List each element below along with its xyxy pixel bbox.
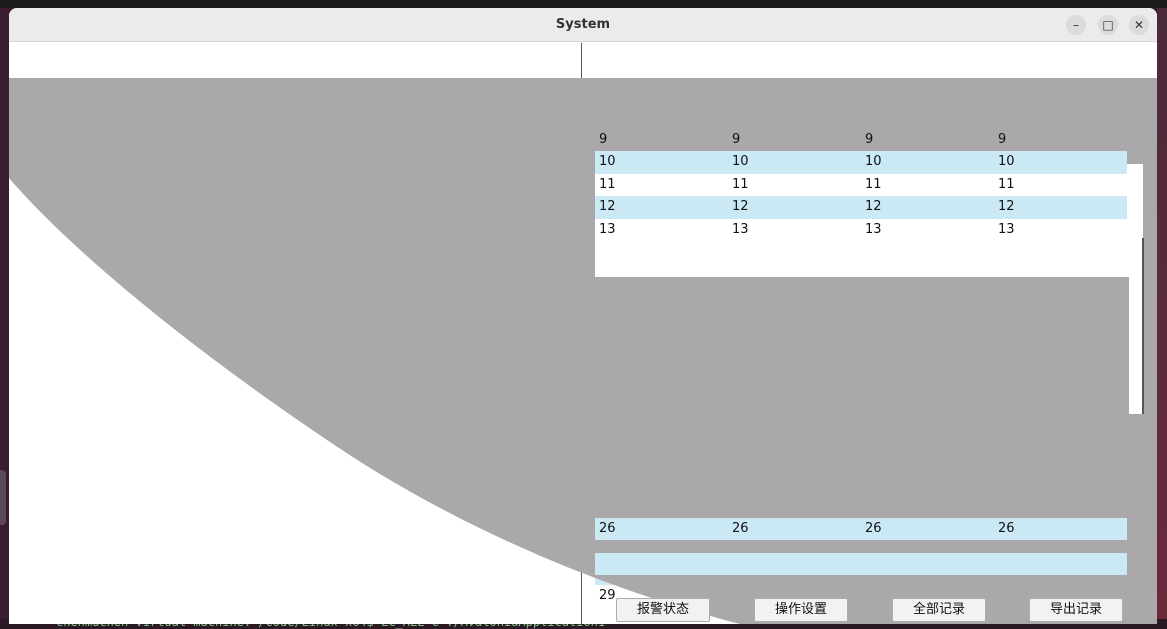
table-cell: 10 xyxy=(732,154,749,170)
dock-edge xyxy=(0,470,6,525)
close-icon: ✕ xyxy=(1133,18,1145,32)
table-row[interactable]: 12 12 12 12 xyxy=(595,196,1127,219)
table-cell: 10 xyxy=(998,154,1015,170)
table-cell: 26 xyxy=(865,521,882,536)
table-row[interactable]: 13 13 13 13 xyxy=(595,219,1127,241)
table-row[interactable]: 10 10 10 10 xyxy=(595,151,1127,174)
table-row[interactable]: 9 9 9 9 xyxy=(595,129,1127,151)
operation-settings-button[interactable]: 操作设置 xyxy=(754,598,848,622)
table-cell: 12 xyxy=(599,199,616,215)
table-cell: 11 xyxy=(865,176,882,192)
window-content: 9 9 9 9 10 10 10 10 11 11 11 11 12 12 12 12 13 13 13 13 xyxy=(9,43,1157,624)
table-cell: 26 xyxy=(732,521,749,536)
minimize-icon: – xyxy=(1073,18,1079,32)
close-button[interactable]: ✕ xyxy=(1129,15,1149,35)
table-cell: 12 xyxy=(865,199,882,215)
window-title: System xyxy=(555,17,611,32)
table-row[interactable] xyxy=(595,540,1127,562)
table-cell: 10 xyxy=(865,154,882,170)
table-cell: 9 xyxy=(599,132,608,147)
table-cell: 26 xyxy=(998,521,1015,536)
table-cell: 13 xyxy=(599,221,616,237)
export-records-button[interactable]: 导出记录 xyxy=(1029,598,1123,622)
visible-table-top: 9 9 9 9 10 10 10 10 11 11 11 11 12 12 12 12 13 13 13 13 xyxy=(595,129,1127,241)
table-cell: 11 xyxy=(599,176,616,192)
table-cell: 11 xyxy=(732,176,749,192)
table-cell: 12 xyxy=(998,199,1015,215)
table-cell: 10 xyxy=(599,154,616,170)
table-cell: 26 xyxy=(599,521,616,536)
desktop-background xyxy=(1157,8,1167,619)
table-cell: 28 xyxy=(599,565,616,581)
table-cell: 13 xyxy=(732,221,749,237)
visible-table-bottom: 26 26 26 26 xyxy=(595,518,1127,541)
table-cell: 13 xyxy=(998,221,1015,237)
table-cell: 13 xyxy=(865,221,882,237)
maximize-button[interactable]: □ xyxy=(1098,15,1118,35)
table-cell: 12 xyxy=(732,199,749,215)
table-row[interactable]: 28 xyxy=(595,562,1127,586)
table-cell: 9 xyxy=(998,132,1007,147)
table-scrollbar[interactable] xyxy=(1129,203,1131,379)
left-pane xyxy=(9,43,582,624)
minimize-button[interactable]: – xyxy=(1066,15,1086,35)
app-window: System – □ ✕ 9 9 9 9 10 10 10 10 11 11 11 11 xyxy=(9,8,1157,624)
table-cell: 9 xyxy=(865,132,874,147)
desktop-top-bar xyxy=(0,0,1167,8)
table-cell: 9 xyxy=(732,132,741,147)
alarm-status-button[interactable]: 报警状态 xyxy=(616,598,710,622)
title-bar[interactable]: System – □ ✕ xyxy=(9,8,1157,42)
all-records-button[interactable]: 全部记录 xyxy=(892,598,986,622)
table-row[interactable]: 11 11 11 11 xyxy=(595,174,1127,196)
table-cell: 11 xyxy=(998,176,1015,192)
table-row[interactable]: 26 26 26 26 xyxy=(595,518,1127,541)
maximize-icon: □ xyxy=(1102,18,1114,32)
